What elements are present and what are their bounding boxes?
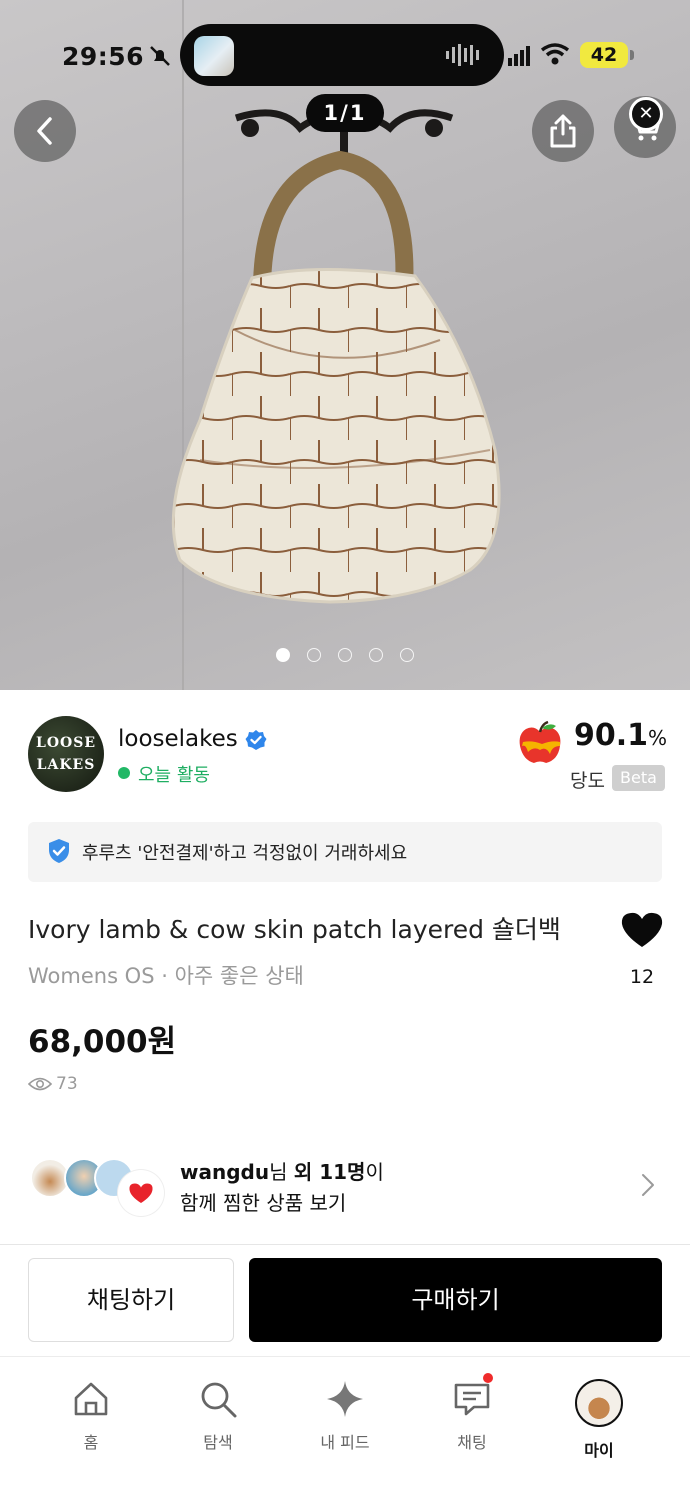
apple-rating-icon bbox=[519, 720, 561, 763]
chevron-left-icon bbox=[37, 117, 52, 145]
safe-payment-text: 후루츠 '안전결제'하고 걱정없이 거래하세요 bbox=[82, 843, 408, 864]
red-heart-icon bbox=[129, 1183, 153, 1203]
online-status-dot bbox=[118, 767, 130, 779]
search-icon bbox=[201, 1382, 237, 1418]
product-price: 68,000원 bbox=[28, 1024, 177, 1060]
wish-text: 님 bbox=[269, 1160, 294, 1184]
share-icon bbox=[550, 114, 576, 148]
product-subtitle: Womens OS · 아주 좋은 상태 bbox=[28, 964, 304, 988]
image-counter: 1/1 bbox=[306, 94, 384, 132]
tab-label: 마이 bbox=[584, 1441, 614, 1460]
view-count-number: 73 bbox=[56, 1074, 78, 1094]
also-liked-row[interactable]: wangdu님 외 11명이 함께 찜한 상품 보기 bbox=[0, 1140, 690, 1230]
carousel-dot[interactable] bbox=[307, 648, 321, 662]
shield-check-icon bbox=[49, 839, 69, 863]
back-button[interactable] bbox=[14, 100, 76, 162]
chevron-right-icon bbox=[642, 1174, 654, 1196]
divider bbox=[0, 1244, 690, 1245]
bottom-tab-bar: 홈 탐색 내 피드 채팅 마이 bbox=[0, 1357, 690, 1500]
wish-link-text: 함께 찜한 상품 보기 bbox=[180, 1191, 347, 1215]
chat-button[interactable]: 채팅하기 bbox=[28, 1258, 234, 1342]
seller-avatar[interactable]: LOOSE LAKES bbox=[28, 716, 104, 792]
chat-icon bbox=[454, 1383, 490, 1416]
tab-label: 탐색 bbox=[203, 1433, 233, 1452]
seller-activity: 오늘 활동 bbox=[138, 765, 210, 786]
carousel-dot[interactable] bbox=[338, 648, 352, 662]
verified-badge-icon bbox=[245, 730, 267, 750]
home-icon bbox=[74, 1382, 108, 1416]
tab-search[interactable]: 탐색 bbox=[163, 1379, 273, 1453]
status-time: 29:56 bbox=[62, 42, 145, 71]
carousel-dot[interactable] bbox=[369, 648, 383, 662]
buy-button[interactable]: 구매하기 bbox=[249, 1258, 662, 1342]
carousel-dot[interactable] bbox=[400, 648, 414, 662]
tab-my[interactable]: 마이 bbox=[544, 1379, 654, 1461]
battery-indicator: 42 bbox=[580, 42, 634, 68]
tab-my-feed[interactable]: 내 피드 bbox=[290, 1379, 400, 1453]
product-title: Ivory lamb & cow skin patch layered 숄더백 bbox=[28, 915, 561, 944]
now-playing-thumbnail bbox=[194, 36, 234, 76]
sweetness-rating: 90.1% bbox=[574, 718, 667, 753]
seller-name[interactable]: looselakes bbox=[118, 726, 238, 752]
heart-badge bbox=[118, 1170, 164, 1216]
bell-off-icon bbox=[150, 46, 170, 66]
avatar-logo-text: LAKES bbox=[36, 757, 96, 773]
profile-avatar bbox=[575, 1379, 623, 1427]
close-overlay-icon[interactable]: ✕ bbox=[629, 97, 663, 131]
wish-summary: wangdu님 외 11명이 bbox=[180, 1156, 384, 1185]
share-button[interactable] bbox=[532, 100, 594, 162]
rating-value: 90.1 bbox=[574, 718, 649, 753]
tab-home[interactable]: 홈 bbox=[36, 1379, 146, 1453]
avatar-logo-text: LOOSE bbox=[35, 735, 96, 751]
like-count: 12 bbox=[629, 966, 655, 988]
audio-waveform-icon bbox=[446, 44, 479, 66]
rating-unit: % bbox=[648, 726, 668, 750]
product-image[interactable]: 29:56 42 1/1 ✕ bbox=[0, 0, 690, 690]
wish-text: 이 bbox=[365, 1160, 384, 1184]
dynamic-island bbox=[180, 24, 504, 86]
sparkle-icon bbox=[327, 1381, 363, 1417]
wifi-icon bbox=[540, 43, 570, 65]
tab-label: 채팅 bbox=[457, 1433, 487, 1452]
safe-payment-banner[interactable]: 후루츠 '안전결제'하고 걱정없이 거래하세요 bbox=[28, 822, 662, 882]
like-heart-icon[interactable] bbox=[620, 911, 664, 949]
carousel-indicator bbox=[276, 648, 414, 662]
tab-label: 홈 bbox=[83, 1433, 99, 1452]
wisher-username: wangdu bbox=[180, 1160, 270, 1184]
notification-dot bbox=[483, 1373, 493, 1383]
tab-chat[interactable]: 채팅 bbox=[417, 1373, 527, 1453]
seller-section[interactable]: LOOSE LAKES looselakes 오늘 활동 90.1% 당도 Be… bbox=[0, 690, 690, 810]
tab-label: 내 피드 bbox=[320, 1433, 370, 1452]
cell-signal-icon bbox=[508, 46, 530, 66]
eye-icon bbox=[28, 1077, 52, 1091]
carousel-dot[interactable] bbox=[276, 648, 290, 662]
rating-label: 당도 bbox=[570, 770, 605, 792]
wish-others-count: 외 11명 bbox=[293, 1160, 366, 1184]
view-count: 73 bbox=[28, 1074, 78, 1094]
beta-badge: Beta bbox=[612, 765, 665, 791]
